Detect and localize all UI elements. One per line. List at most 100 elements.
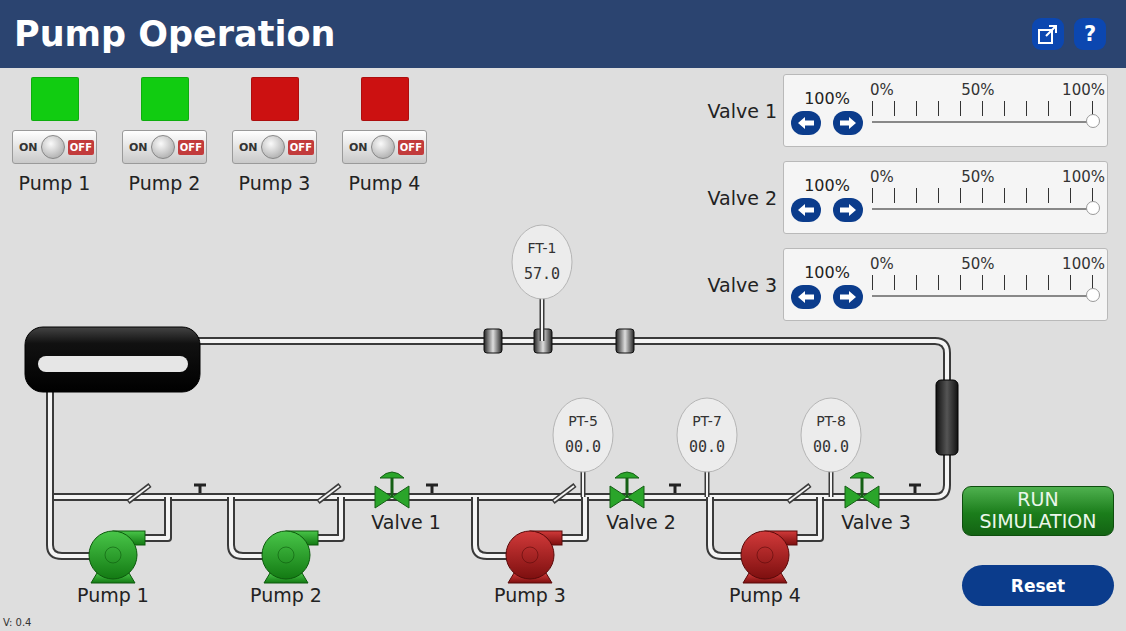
tick-mark [938, 275, 939, 290]
decrease-button[interactable] [791, 198, 821, 222]
pump-casing [262, 531, 310, 579]
switch-off-label: OFF [288, 140, 314, 155]
valve-icon[interactable] [610, 472, 644, 508]
pipe [710, 497, 743, 556]
decrease-button[interactable] [791, 285, 821, 309]
pump-control: ON OFF Pump 3 [232, 77, 317, 194]
header-icons: ? [1032, 18, 1106, 50]
filter [936, 380, 958, 455]
main-area: Valve 1Valve 2Valve 3Pump 1Pump 2Pump 3P… [0, 68, 1126, 613]
increase-button[interactable] [833, 198, 863, 222]
check-valve-icon [553, 485, 575, 502]
pump-label: Pump 3 [239, 172, 311, 194]
valve-icon[interactable] [845, 472, 879, 508]
slider-track[interactable] [872, 121, 1093, 123]
arrow [840, 204, 856, 216]
tick-mark [1070, 188, 1071, 203]
pump-control: ONOFFPump 1 [12, 77, 97, 194]
tick-mark [982, 275, 983, 290]
tick-label: 100% [1062, 81, 1105, 99]
valve-actuator [380, 472, 404, 478]
pipe [795, 497, 820, 538]
valve-row: Valve 1100%0%50%100% [707, 74, 1108, 147]
instrument-stem [582, 471, 584, 497]
arrow [798, 291, 814, 303]
arrow [840, 117, 856, 129]
reset-button[interactable]: Reset [962, 565, 1114, 606]
pump-status-light [361, 77, 409, 121]
tick-label: 50% [961, 255, 994, 273]
valve-slider: 0%50%100% [870, 255, 1099, 314]
pipe [795, 497, 820, 538]
check-valve-icon [319, 486, 339, 501]
pump-control: ONOFF Pump 4 [342, 77, 427, 194]
tick-mark [938, 101, 939, 116]
slider-knob[interactable] [1086, 288, 1100, 302]
tick-mark [1026, 101, 1027, 116]
tick-label: 100% [1062, 255, 1105, 273]
slider-fill [872, 295, 1093, 297]
pump-label: Pump 4 [729, 584, 801, 606]
pump-switch[interactable]: ON OFF [232, 130, 317, 164]
switch-on-label: ON [349, 141, 368, 154]
arrow-buttons [791, 111, 863, 135]
arrow-right-icon [839, 203, 857, 217]
tick-marks [872, 275, 1093, 291]
instrument-stem [540, 298, 545, 341]
pipe [475, 497, 508, 556]
tick-mark [872, 275, 873, 290]
tank-highlight [38, 356, 188, 372]
slider-track[interactable] [872, 295, 1093, 297]
decrease-button[interactable] [791, 111, 821, 135]
tick-mark [916, 188, 917, 203]
check-valve-icon [129, 486, 149, 501]
pump-hub [522, 547, 538, 563]
popout-button[interactable] [1032, 18, 1064, 50]
pump-label: Pump 4 [349, 172, 421, 194]
pump-label: Pump 3 [494, 584, 566, 606]
slider-track[interactable] [872, 208, 1093, 210]
instrument-stem [705, 471, 710, 497]
valve-stem [861, 478, 864, 497]
valve-controls: Valve 1100%0%50%100%Valve 2100%0%50%100%… [707, 74, 1108, 321]
valve-actuator [850, 472, 874, 478]
pipe [143, 497, 168, 538]
increase-button[interactable] [833, 111, 863, 135]
run-simulation-button[interactable]: RUN SIMULATION [962, 486, 1114, 536]
arrow-right-icon [839, 116, 857, 130]
valve-reading: 100% [804, 89, 850, 108]
check-valve-icon [789, 486, 809, 501]
pipe [560, 497, 585, 538]
arrow [798, 204, 814, 216]
pump-status-light [141, 77, 189, 121]
valve-actuator [615, 472, 639, 478]
arrow-right-icon [839, 290, 857, 304]
switch-knob[interactable] [371, 135, 395, 159]
arrow-left-icon [797, 203, 815, 217]
valve-reading: 100% [804, 263, 850, 282]
valve-label: Valve 2 [606, 511, 676, 533]
pump-switch[interactable]: ONOFF [342, 130, 427, 164]
slider-knob[interactable] [1086, 114, 1100, 128]
pump-casing [741, 531, 789, 579]
switch-knob[interactable] [151, 135, 175, 159]
tick-mark [1004, 101, 1005, 116]
pipe [560, 497, 585, 538]
slider-knob[interactable] [1086, 201, 1100, 215]
instrument-bubble [512, 225, 572, 299]
tick-label: 0% [870, 81, 894, 99]
increase-button[interactable] [833, 285, 863, 309]
pump-switch[interactable]: ONOFF [122, 130, 207, 164]
switch-on-label: ON [129, 141, 148, 154]
pump-switch[interactable]: ONOFF [12, 130, 97, 164]
arrow-buttons [791, 198, 863, 222]
instrument-stem [581, 471, 586, 497]
valve-icon[interactable] [375, 472, 409, 508]
switch-on-label: ON [239, 141, 258, 154]
check-valve-icon [128, 485, 150, 502]
tick-mark [894, 101, 895, 116]
page-title: Pump Operation [14, 14, 335, 54]
switch-knob[interactable] [41, 135, 65, 159]
help-button[interactable]: ? [1074, 18, 1106, 50]
switch-knob[interactable] [261, 135, 285, 159]
